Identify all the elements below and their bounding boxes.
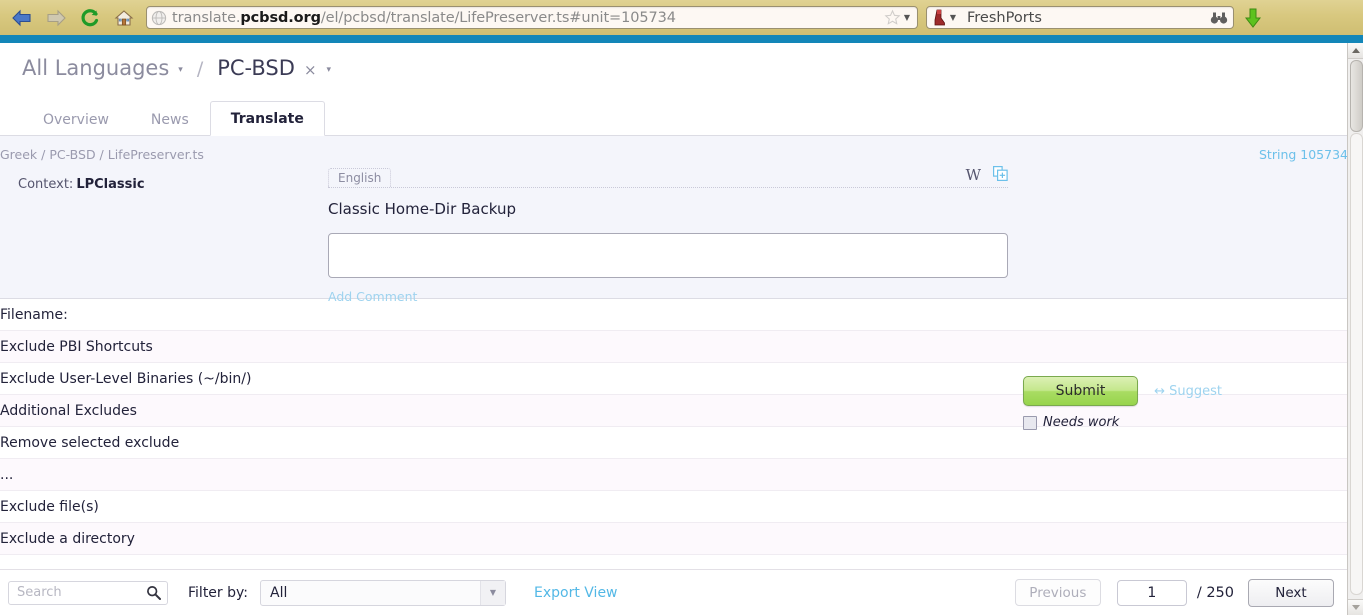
context-value: LPClassic: [76, 177, 145, 192]
search-input[interactable]: [8, 580, 168, 605]
url-domain: pcbsd.org: [240, 9, 321, 26]
home-button[interactable]: [108, 3, 140, 33]
search-bar[interactable]: ▼ FreshPorts: [926, 6, 1234, 29]
page-accent-band: [0, 35, 1363, 43]
url-path: /el/pcbsd/translate/LifePreserver.ts#uni…: [320, 9, 676, 26]
export-view-link[interactable]: Export View: [534, 585, 618, 601]
reload-button[interactable]: [74, 3, 106, 33]
filter-select[interactable]: All ▼: [260, 579, 506, 606]
translation-editor: English W Classic Home-Dir Backup Add Co…: [328, 166, 1008, 304]
list-item[interactable]: ...: [0, 459, 1348, 491]
context-line: Context: LPClassic: [18, 177, 145, 192]
copy-to-translation-icon[interactable]: [993, 166, 1008, 185]
back-button[interactable]: [6, 3, 38, 33]
tab-overview[interactable]: Overview: [22, 102, 130, 136]
submit-button[interactable]: Submit: [1023, 376, 1138, 406]
vertical-scrollbar[interactable]: [1347, 43, 1363, 615]
footer-toolbar: Filter by: All ▼ Export View Previous / …: [0, 569, 1348, 615]
editor-icon-group: W: [966, 166, 1008, 185]
browser-window: translate.pcbsd.org/el/pcbsd/translate/L…: [0, 0, 1363, 615]
breadcrumb-separator: /: [196, 58, 204, 80]
tab-news[interactable]: News: [130, 102, 210, 136]
freshports-icon: [934, 9, 945, 26]
close-icon[interactable]: ×: [304, 61, 317, 79]
scrollbar-thumb[interactable]: [1350, 60, 1363, 132]
navigation-buttons: [0, 3, 140, 33]
translation-textarea[interactable]: [328, 233, 1008, 278]
address-bar[interactable]: translate.pcbsd.org/el/pcbsd/translate/L…: [146, 6, 918, 29]
search-field-wrapper: [8, 580, 168, 605]
suggest-link[interactable]: ↔ Suggest: [1154, 384, 1222, 399]
add-comment-link[interactable]: Add Comment: [328, 289, 1008, 304]
list-item[interactable]: Exclude file(s): [0, 491, 1348, 523]
back-arrow-icon: [12, 9, 31, 26]
triangle-up-icon: [1351, 48, 1360, 53]
search-engine-caret-icon: ▼: [949, 13, 957, 22]
breadcrumb-project[interactable]: PC-BSD: [217, 56, 295, 80]
list-item[interactable]: Exclude PBI Shortcuts: [0, 331, 1348, 363]
tab-translate[interactable]: Translate: [209, 101, 325, 136]
chevron-down-icon[interactable]: ▼: [480, 580, 505, 605]
page-total-label: / 250: [1196, 584, 1234, 601]
filter-selected-value: All: [270, 584, 288, 601]
submit-area: Submit ↔ Suggest Needs work: [1023, 376, 1222, 430]
translation-unit: Greek / PC-BSD / LifePreserver.ts String…: [0, 136, 1348, 430]
forward-button[interactable]: [40, 3, 72, 33]
globe-icon: [151, 10, 167, 25]
search-icon[interactable]: [146, 585, 161, 600]
star-icon[interactable]: [884, 9, 901, 26]
project-tabs: Overview News Translate: [22, 100, 325, 136]
source-text: Classic Home-Dir Backup: [328, 200, 516, 218]
project-header: All Languages ▾ / PC-BSD × ▾ Overview Ne…: [0, 43, 1348, 136]
page-number-input[interactable]: [1116, 579, 1187, 606]
next-button[interactable]: Next: [1248, 578, 1334, 607]
url-prefix: translate.: [172, 9, 241, 26]
pagination: Previous / 250 Next: [1014, 578, 1334, 607]
triangle-down-icon: [1351, 605, 1360, 610]
list-item[interactable]: Remove selected exclude: [0, 427, 1348, 459]
filter-label: Filter by:: [188, 584, 248, 601]
breadcrumb: All Languages ▾ / PC-BSD × ▾: [22, 56, 331, 80]
address-dropdown-icon[interactable]: ▼: [901, 13, 913, 22]
wikipedia-icon[interactable]: W: [966, 168, 981, 183]
previous-button[interactable]: Previous: [1014, 579, 1101, 606]
download-arrow-icon: [1244, 8, 1262, 28]
scroll-up-button[interactable]: [1348, 43, 1363, 59]
chevron-down-icon[interactable]: ▾: [327, 65, 332, 75]
source-language-tabrow: English W: [328, 166, 1008, 188]
scrollbar-track[interactable]: [1350, 133, 1363, 595]
scroll-down-button[interactable]: [1348, 599, 1363, 615]
search-bar-text: FreshPorts: [967, 9, 1042, 26]
list-item[interactable]: Exclude a directory: [0, 523, 1348, 555]
forward-arrow-icon: [47, 9, 66, 26]
download-button[interactable]: [1242, 7, 1264, 29]
browser-toolbar: translate.pcbsd.org/el/pcbsd/translate/L…: [0, 0, 1363, 36]
unit-breadcrumb: Greek / PC-BSD / LifePreserver.ts: [0, 147, 204, 162]
context-label: Context:: [18, 177, 74, 192]
chevron-down-icon[interactable]: ▾: [178, 65, 183, 75]
address-bar-text: translate.pcbsd.org/el/pcbsd/translate/L…: [172, 10, 884, 26]
string-id-link[interactable]: String 105734: [1259, 147, 1348, 162]
page-content: All Languages ▾ / PC-BSD × ▾ Overview Ne…: [0, 43, 1348, 615]
binoculars-icon: [1210, 12, 1228, 24]
breadcrumb-all-languages[interactable]: All Languages: [22, 56, 169, 80]
home-icon: [114, 9, 134, 26]
needs-work-row: Needs work: [1023, 415, 1222, 430]
search-engine-selector[interactable]: ▼: [932, 9, 959, 26]
needs-work-label: Needs work: [1043, 415, 1120, 430]
source-language-tab[interactable]: English: [328, 168, 392, 187]
reload-icon: [81, 8, 99, 26]
needs-work-checkbox[interactable]: [1023, 415, 1037, 430]
